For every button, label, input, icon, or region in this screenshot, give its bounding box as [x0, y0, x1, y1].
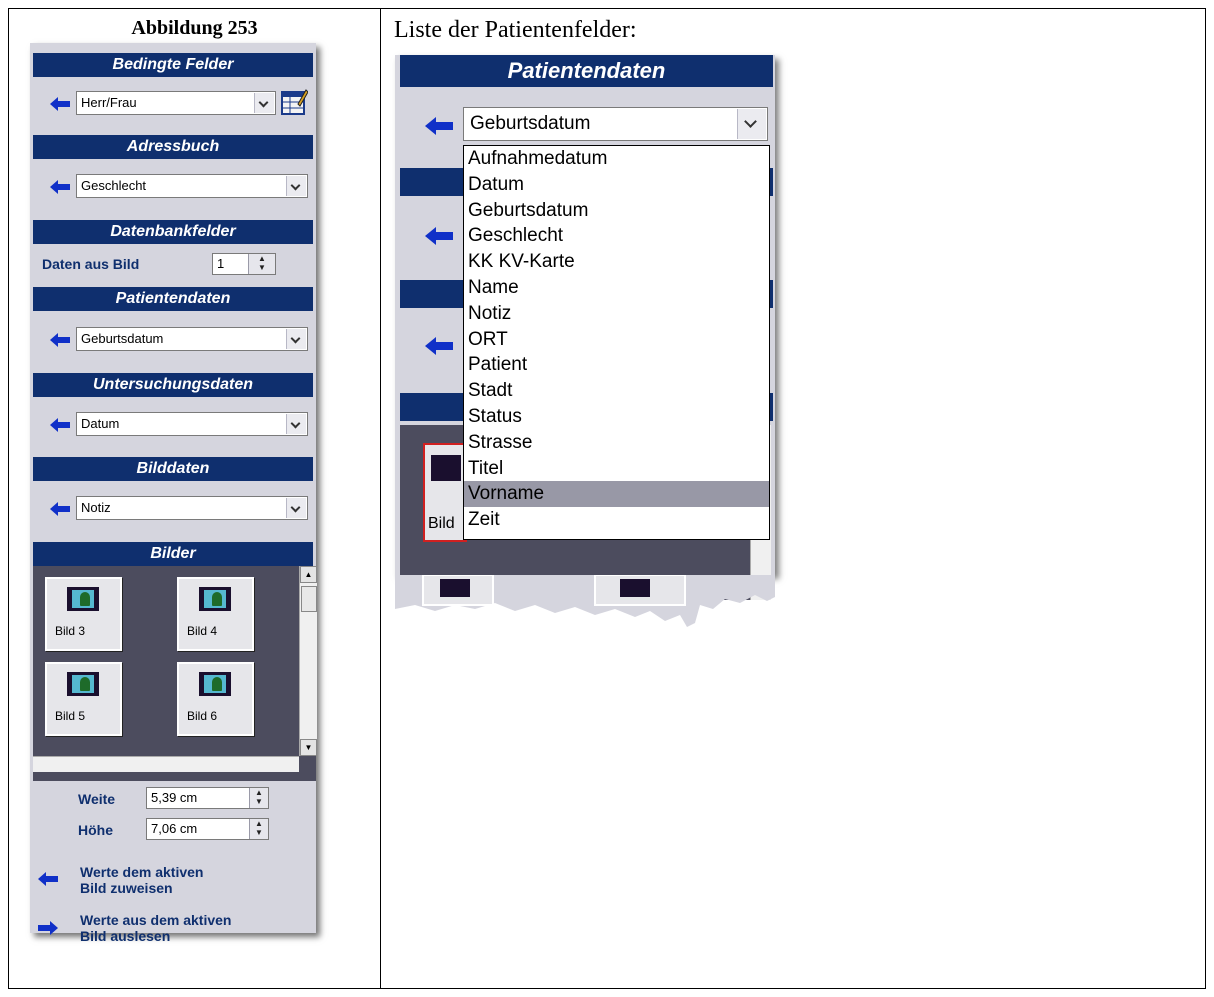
header-patientendaten: Patientendaten: [33, 287, 313, 311]
arrow-left-icon[interactable]: [50, 418, 70, 432]
hoehe-value: 7,06 cm: [151, 821, 198, 836]
read-values-link[interactable]: Werte aus dem aktiven Bild auslesen: [80, 912, 231, 944]
image-thumbnail-partial[interactable]: Bild: [423, 443, 467, 542]
thumbnail-label: Bild: [428, 515, 455, 532]
table-divider: [380, 9, 381, 988]
read-line2: Bild auslesen: [80, 928, 171, 944]
daten-aus-bild-spinner[interactable]: 1 ▲ ▼: [212, 253, 276, 275]
header-bilddaten: Bilddaten: [33, 457, 313, 481]
dropdown-option[interactable]: Notiz: [464, 301, 769, 327]
chevron-down-icon[interactable]: [286, 498, 306, 518]
thumbnail-label: Bild 5: [55, 709, 86, 723]
scroll-up-icon[interactable]: ▲: [300, 566, 317, 583]
bilddaten-select[interactable]: Notiz: [76, 496, 308, 520]
header-bilder: Bilder: [33, 542, 313, 566]
bedingte-felder-value: Herr/Frau: [81, 95, 137, 110]
image-thumbnail[interactable]: Bild 3: [45, 577, 122, 651]
read-line1: Werte aus dem aktiven: [80, 912, 232, 928]
tree-image-icon: [199, 587, 231, 611]
hoehe-label: Höhe: [78, 822, 113, 838]
tree-image-icon: [431, 455, 461, 481]
dropdown-option[interactable]: Stadt: [464, 378, 769, 404]
arrow-left-icon[interactable]: [425, 337, 453, 355]
untersuchungsdaten-select[interactable]: Datum: [76, 412, 308, 436]
zoom-patientendaten-select[interactable]: Geburtsdatum: [463, 107, 768, 141]
torn-edge: [395, 575, 775, 627]
right-caption: Liste der Patientenfelder:: [394, 17, 637, 43]
arrow-left-icon[interactable]: [50, 180, 70, 194]
scroll-thumb[interactable]: [301, 586, 317, 612]
chevron-down-icon[interactable]: [286, 414, 306, 434]
bilddaten-value: Notiz: [81, 500, 111, 515]
weite-label: Weite: [78, 791, 116, 807]
horizontal-scrollbar[interactable]: [33, 756, 299, 772]
weite-spinner[interactable]: 5,39 cm ▲ ▼: [146, 787, 269, 809]
daten-aus-bild-value: 1: [217, 256, 225, 271]
chevron-down-icon[interactable]: [737, 109, 766, 139]
dropdown-option[interactable]: Strasse: [464, 430, 769, 456]
chevron-down-icon[interactable]: [286, 329, 306, 349]
tree-image-icon: [67, 587, 99, 611]
dropdown-option[interactable]: Name: [464, 275, 769, 301]
thumbnail-label: Bild 3: [55, 624, 86, 638]
bedingte-felder-select[interactable]: Herr/Frau: [76, 91, 276, 115]
table-edit-icon[interactable]: [280, 88, 309, 116]
vertical-scrollbar[interactable]: ▲ ▼: [299, 566, 317, 756]
chevron-down-icon[interactable]: [254, 93, 274, 113]
arrow-right-icon[interactable]: [38, 921, 58, 935]
assign-values-link[interactable]: Werte dem aktiven Bild zuweisen: [80, 864, 203, 896]
thumbnail-label: Bild 4: [187, 624, 218, 638]
arrow-left-icon[interactable]: [425, 117, 453, 135]
dropdown-option[interactable]: Datum: [464, 172, 769, 198]
header-adressbuch: Adressbuch: [33, 135, 313, 159]
daten-aus-bild-label: Daten aus Bild: [42, 256, 140, 272]
header-untersuchungsdaten: Untersuchungsdaten: [33, 373, 313, 397]
untersuchungsdaten-value: Datum: [81, 416, 120, 431]
spinner-icon[interactable]: ▲ ▼: [249, 819, 268, 839]
image-thumbnail[interactable]: Bild 6: [177, 662, 254, 736]
tree-image-icon: [67, 672, 99, 696]
dropdown-list[interactable]: Aufnahmedatum Datum Geburtsdatum Geschlecht…: [463, 145, 770, 540]
zoom-header-patientendaten: Patientendaten: [400, 55, 773, 87]
dropdown-option[interactable]: Zeit: [464, 507, 769, 533]
header-datenbankfelder: Datenbankfelder: [33, 220, 313, 244]
dropdown-option[interactable]: Status: [464, 404, 769, 430]
image-thumbnail[interactable]: Bild 4: [177, 577, 254, 651]
dropdown-option[interactable]: Titel: [464, 456, 769, 482]
weite-value: 5,39 cm: [151, 790, 198, 805]
zoom-select-value: Geburtsdatum: [470, 113, 591, 134]
tree-image-icon: [199, 672, 231, 696]
arrow-left-icon[interactable]: [50, 97, 70, 111]
adressbuch-value: Geschlecht: [81, 178, 147, 193]
arrow-left-icon[interactable]: [425, 227, 453, 245]
spinner-icon[interactable]: ▲ ▼: [249, 788, 268, 808]
figure-caption: Abbildung 253: [131, 17, 258, 39]
dropdown-option[interactable]: Vorname: [464, 481, 769, 508]
arrow-left-icon[interactable]: [50, 333, 70, 347]
images-gallery: Bild 3 Bild 4 Bild 5 Bild 6 ▲ ▼: [33, 566, 317, 781]
assign-line2: Bild zuweisen: [80, 880, 173, 896]
spinner-icon[interactable]: ▲ ▼: [248, 254, 275, 274]
dropdown-option[interactable]: Patient: [464, 352, 769, 378]
dropdown-option[interactable]: ORT: [464, 327, 769, 353]
image-thumbnail[interactable]: Bild 5: [45, 662, 122, 736]
header-bedingte-felder: Bedingte Felder: [33, 53, 313, 77]
patientendaten-select[interactable]: Geburtsdatum: [76, 327, 308, 351]
dropdown-option[interactable]: Geschlecht: [464, 223, 769, 249]
arrow-left-icon[interactable]: [50, 502, 70, 516]
adressbuch-select[interactable]: Geschlecht: [76, 174, 308, 198]
dropdown-option[interactable]: KK KV-Karte: [464, 249, 769, 275]
hoehe-spinner[interactable]: 7,06 cm ▲ ▼: [146, 818, 269, 840]
thumbnail-label: Bild 6: [187, 709, 218, 723]
arrow-left-icon[interactable]: [38, 872, 58, 886]
assign-line1: Werte dem aktiven: [80, 864, 204, 880]
dropdown-option[interactable]: Aufnahmedatum: [464, 146, 769, 172]
dropdown-option[interactable]: Geburtsdatum: [464, 198, 769, 224]
chevron-down-icon[interactable]: [286, 176, 306, 196]
scroll-down-icon[interactable]: ▼: [300, 739, 317, 756]
zoomed-dropdown-view: Patientendaten Bild Geburtsdatum Aufnahm…: [395, 55, 785, 645]
patientendaten-value: Geburtsdatum: [81, 331, 164, 346]
